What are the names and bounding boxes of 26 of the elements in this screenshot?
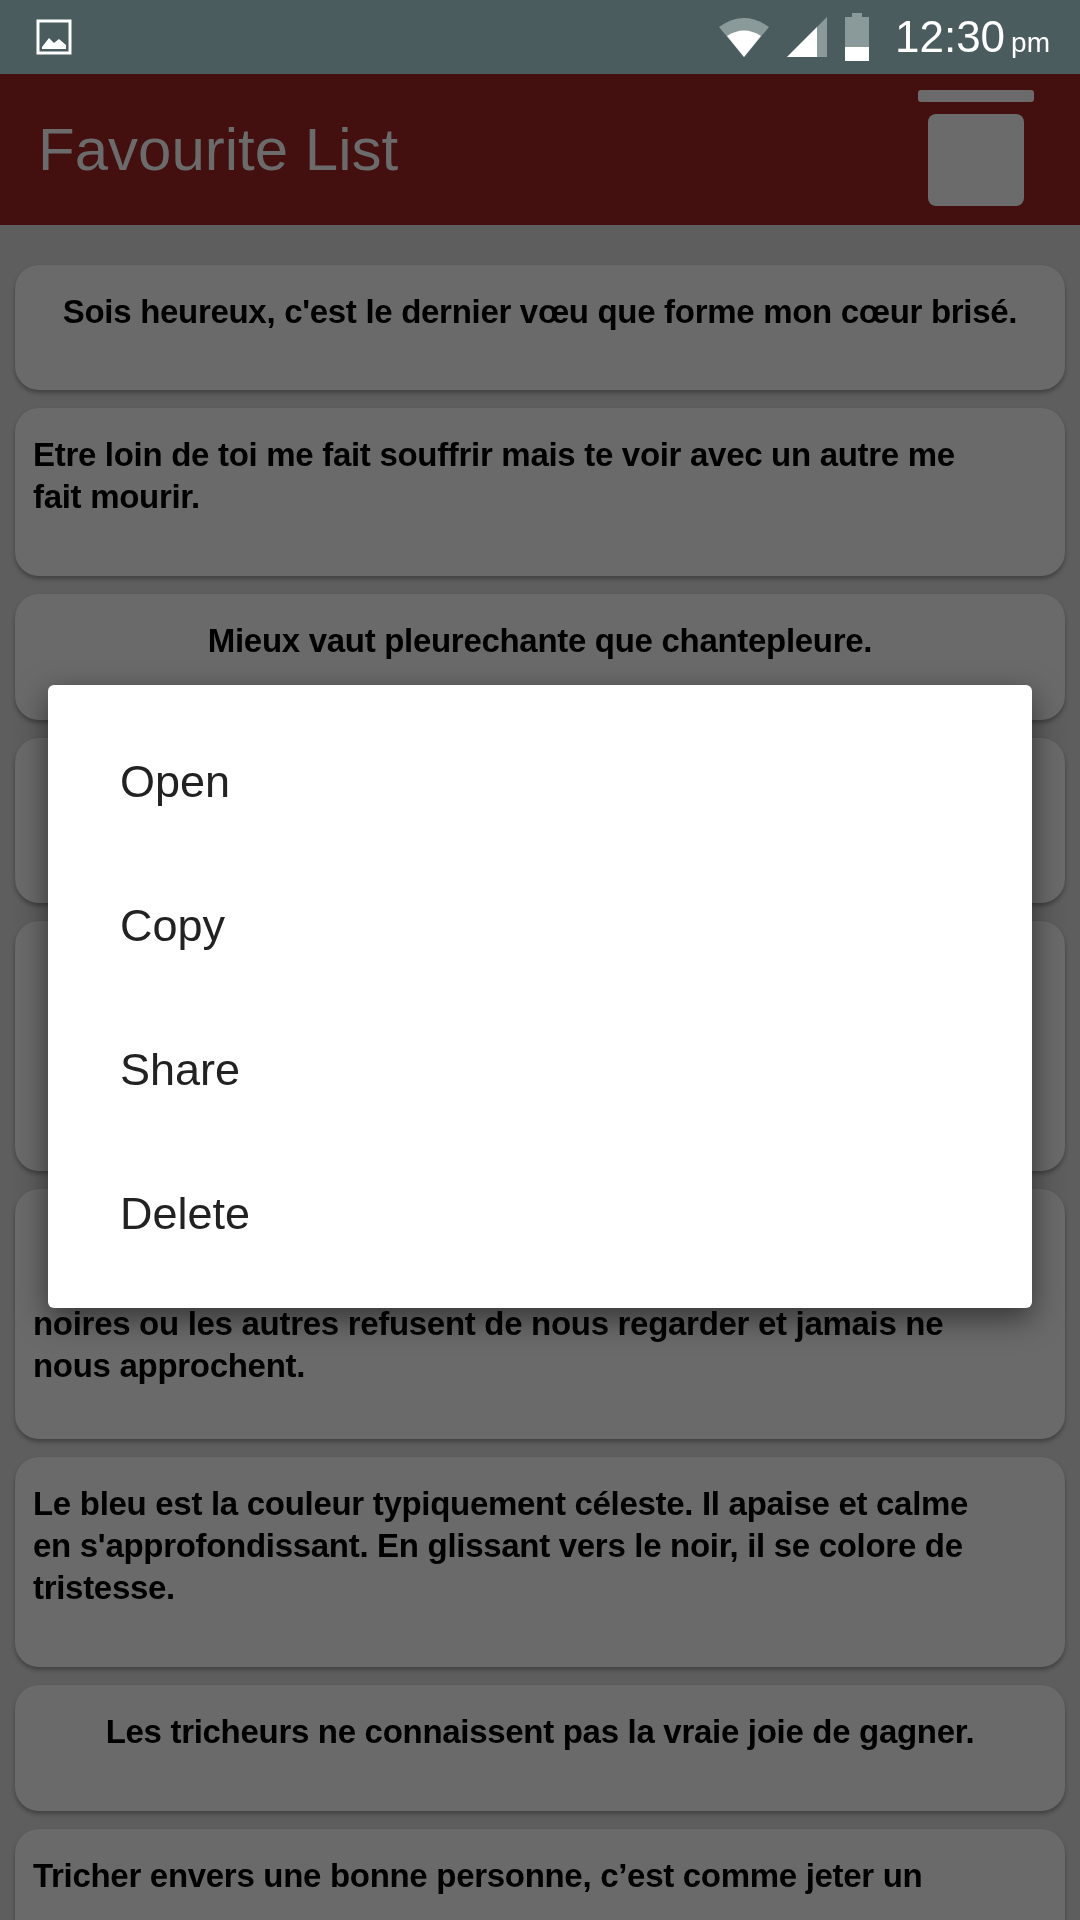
quote-card[interactable]: Etre loin de toi me fait souffrir mais te voir avec un autre me fait mourir. (15, 408, 1065, 576)
quote-text: nous approchent. (33, 1346, 306, 1386)
app-title: Favourite List (38, 115, 399, 184)
menu-item[interactable]: Copy (48, 854, 226, 998)
quote-text: Etre loin de toi me fait souffrir mais te voir avec un autre me (33, 435, 955, 475)
quote-text: tristesse. (33, 1568, 175, 1608)
quote-text: en s'approfondissant. En glissant vers le noir, il se colore de (33, 1526, 963, 1566)
clock-period: pm (1011, 27, 1050, 59)
clock-time: 12:30 (895, 12, 1006, 62)
quote-text: Mieux vaut pleurechante que chantepleure. (207, 621, 873, 661)
menu-item[interactable]: Share (48, 998, 241, 1142)
image-icon (36, 19, 72, 55)
quote-text: Sois heureux, c'est le dernier vœu que forme mon cœur brisé. (62, 292, 1018, 332)
signal-icon (785, 15, 829, 59)
battery-icon (843, 13, 871, 61)
quote-text: noires ou les autres refusent de nous regarder et jamais ne (33, 1304, 944, 1344)
quote-card[interactable]: Le bleu est la couleur typiquement céleste. Il apaise et calme en s'approfondissant. En glissant vers le noir, il se colore de tristesse. (15, 1457, 1065, 1667)
trash-icon[interactable] (916, 87, 1036, 208)
quote-card[interactable]: Sois heureux, c'est le dernier vœu que forme mon cœur brisé. (15, 265, 1065, 390)
quote-card[interactable]: Tricher envers une bonne personne, c’est comme jeter un (15, 1829, 1065, 1920)
quote-text: Tricher envers une bonne personne, c’est comme jeter un (33, 1856, 923, 1896)
quote-text: Le bleu est la couleur typiquement céleste. Il apaise et calme (33, 1484, 969, 1524)
wifi-icon (717, 17, 771, 57)
quote-text: fait mourir. (33, 477, 200, 517)
quote-card[interactable]: Les tricheurs ne connaissent pas la vraie joie de gagner. (15, 1685, 1065, 1811)
quote-text: Les tricheurs ne connaissent pas la vraie joie de gagner. (105, 1712, 975, 1752)
